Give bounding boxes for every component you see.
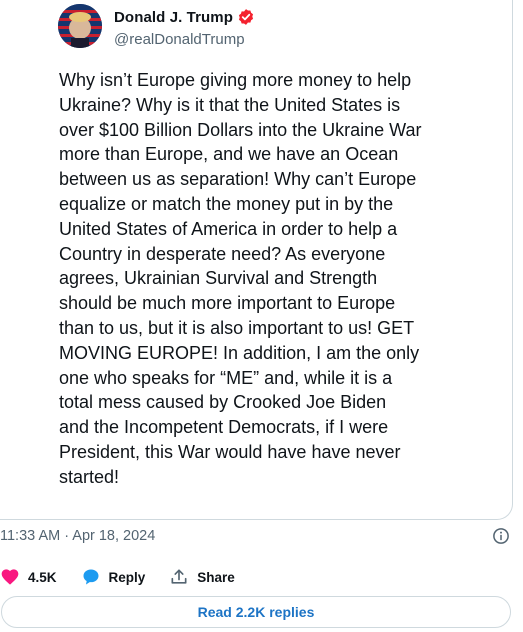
verified-badge-icon xyxy=(237,8,255,26)
author-name[interactable]: Donald J. Trump xyxy=(114,9,233,26)
like-count: 4.5K xyxy=(28,569,57,585)
tweet-timestamp[interactable]: 11:33 AM · Apr 18, 2024 xyxy=(0,528,155,544)
info-icon[interactable] xyxy=(492,527,510,545)
author-name-row[interactable]: Donald J. Trump xyxy=(114,8,255,26)
avatar-image xyxy=(58,4,102,48)
reply-bubble-icon xyxy=(81,567,101,587)
avatar[interactable] xyxy=(58,4,102,48)
reply-button[interactable]: Reply xyxy=(81,567,146,587)
share-button[interactable]: Share xyxy=(169,567,235,587)
read-replies-label: Read 2.2K replies xyxy=(197,604,315,620)
tweet-actions-bar: 4.5K Reply Share xyxy=(0,565,523,589)
like-button[interactable]: 4.5K xyxy=(0,567,57,587)
heart-icon xyxy=(0,567,20,587)
reply-label: Reply xyxy=(108,569,146,585)
share-icon xyxy=(169,567,189,587)
share-label: Share xyxy=(197,569,235,585)
author-handle[interactable]: @realDonaldTrump xyxy=(114,31,245,48)
read-replies-button[interactable]: Read 2.2K replies xyxy=(1,596,511,628)
tweet-text: Why isn’t Europe giving more money to he… xyxy=(59,70,422,487)
